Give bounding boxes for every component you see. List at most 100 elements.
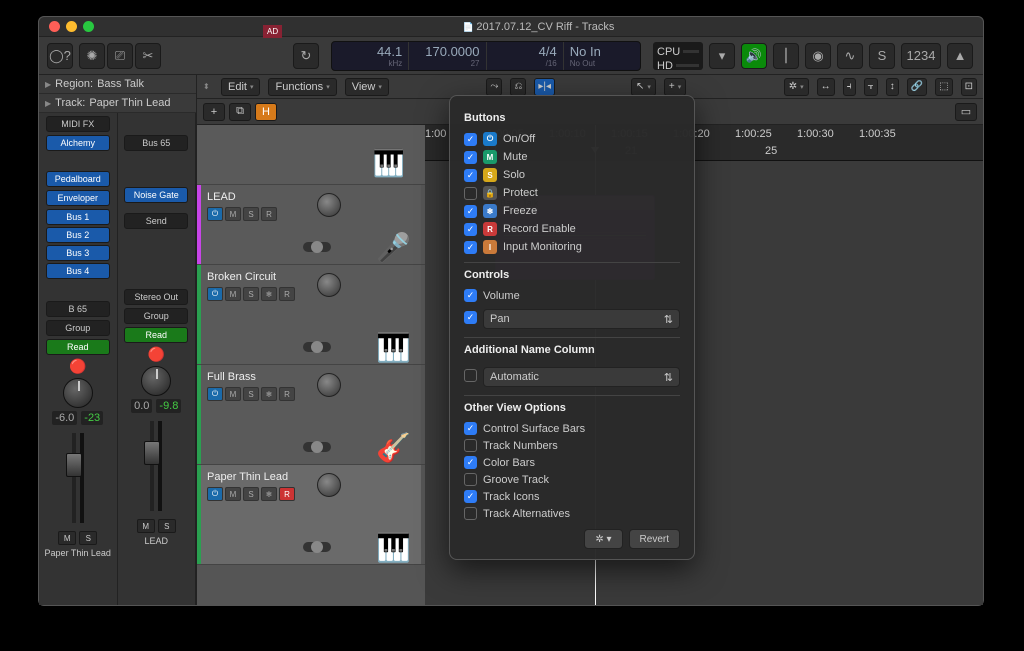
power-button[interactable]: ⏻ — [207, 387, 223, 401]
automation-button[interactable]: ⤳ — [486, 78, 502, 96]
alt-tool[interactable]: + ▾ — [664, 78, 686, 96]
power-button[interactable]: ⏻ — [207, 207, 223, 221]
sync-button[interactable]: S — [869, 43, 895, 69]
checkbox[interactable] — [464, 169, 477, 182]
mute-button[interactable]: M — [225, 287, 241, 301]
global-tracks-button[interactable]: ▭ — [955, 103, 977, 121]
solo-button[interactable]: S — [243, 207, 259, 221]
cycle-button[interactable]: ↻ — [293, 43, 319, 69]
checkbox[interactable] — [464, 187, 477, 200]
checkbox[interactable] — [464, 507, 477, 520]
editors-button[interactable]: ✂ — [135, 43, 161, 69]
inspector-button[interactable]: ✺ — [79, 43, 105, 69]
link-button[interactable]: 🔗 — [907, 78, 927, 96]
zoom-button[interactable] — [83, 21, 94, 32]
tuner-button[interactable]: ◉ — [805, 43, 831, 69]
volume-fader[interactable] — [150, 421, 154, 511]
pan-knob[interactable] — [317, 273, 341, 297]
region-inspector[interactable]: ▶ Region: Bass Talk — [39, 75, 196, 94]
checkbox[interactable] — [464, 133, 477, 146]
solo-button[interactable]: ∿ — [837, 43, 863, 69]
send-slot[interactable]: Bus 2 — [46, 227, 110, 243]
group-slot[interactable]: Group — [124, 308, 188, 324]
revert-button[interactable]: Revert — [629, 529, 680, 549]
record-button[interactable]: R — [279, 487, 295, 501]
counter-display[interactable]: 1234 — [901, 43, 941, 69]
solo-button[interactable]: S — [243, 487, 259, 501]
solo-button[interactable]: S — [243, 387, 259, 401]
performance-meters[interactable]: CPU HD — [653, 42, 703, 70]
volume-slider[interactable] — [303, 242, 331, 252]
mixer-button[interactable]: ⎚ — [107, 43, 133, 69]
volume-fader[interactable] — [72, 433, 76, 523]
mute-button[interactable]: M — [225, 207, 241, 221]
db-value[interactable]: 0.0 — [131, 399, 152, 413]
catch-button[interactable]: ▸|◂ — [534, 78, 555, 96]
volume-slider[interactable] — [303, 442, 331, 452]
track-header[interactable]: Paper Thin Lead⏻MS❄R🎹 — [201, 465, 421, 564]
checkbox[interactable] — [464, 422, 477, 435]
freeze-button[interactable]: ❄ — [261, 387, 277, 401]
checkbox[interactable] — [464, 456, 477, 469]
mute-button[interactable]: M — [137, 519, 155, 533]
send-slot[interactable]: Send — [124, 213, 188, 229]
checkbox[interactable] — [464, 289, 477, 302]
mute-button[interactable]: M — [225, 487, 241, 501]
automation-mode[interactable]: Read — [46, 339, 110, 355]
name-column-select[interactable]: Automatic⇅ — [483, 367, 680, 387]
audio-fx-slot[interactable]: Pedalboard — [46, 171, 110, 187]
pan-knob[interactable] — [141, 366, 171, 396]
group-slot[interactable]: Group — [46, 320, 110, 336]
checkbox[interactable] — [464, 473, 477, 486]
zoom-v-button[interactable]: ⊡ — [961, 78, 977, 96]
tool1-button[interactable]: ↔ — [817, 78, 835, 96]
library-button[interactable]: ◯? — [47, 43, 73, 69]
solo-button[interactable]: S — [79, 531, 97, 545]
tool4-button[interactable]: ↕ — [886, 78, 899, 96]
zoom-h-button[interactable]: ⬚ — [935, 78, 952, 96]
view-menu[interactable]: View▾ — [345, 78, 389, 96]
metronome-button[interactable]: ▾ — [709, 43, 735, 69]
lcd-display[interactable]: 44.1kHz 170.000027 4/4/16 No InNo Out — [331, 41, 641, 71]
send-slot[interactable]: Bus 3 — [46, 245, 110, 261]
record-button[interactable]: R — [279, 387, 295, 401]
input-slot[interactable]: Bus 65 — [124, 135, 188, 151]
checkbox[interactable] — [464, 205, 477, 218]
power-button[interactable]: ⏻ — [207, 287, 223, 301]
audio-fx-slot[interactable]: Enveloper — [46, 190, 110, 206]
peak-value[interactable]: -9.8 — [156, 399, 181, 413]
checkbox[interactable] — [464, 490, 477, 503]
automation-mode[interactable]: Read — [124, 327, 188, 343]
mute-button[interactable]: M — [58, 531, 76, 545]
pan-knob[interactable] — [317, 193, 341, 217]
pointer-tool[interactable]: ↖ ▾ — [631, 78, 656, 96]
checkbox[interactable] — [464, 241, 477, 254]
checkbox[interactable] — [464, 151, 477, 164]
instrument-slot[interactable]: Alchemy — [46, 135, 110, 151]
tool2-button[interactable]: ⫞ — [843, 78, 856, 96]
send-slot[interactable]: Bus 4 — [46, 263, 110, 279]
minimize-button[interactable] — [66, 21, 77, 32]
headers-button[interactable]: H — [255, 103, 277, 121]
audio-fx-slot[interactable]: Noise Gate — [124, 187, 188, 203]
mute-button[interactable]: M — [225, 387, 241, 401]
track-header[interactable]: Broken Circuit⏻MS❄R🎹 — [201, 265, 421, 364]
output-slot[interactable]: Stereo Out — [124, 289, 188, 305]
edit-menu[interactable]: Edit▾ — [221, 78, 260, 96]
send-slot[interactable]: Bus 1 — [46, 209, 110, 225]
pan-select[interactable]: Pan⇅ — [483, 309, 680, 329]
close-button[interactable] — [49, 21, 60, 32]
power-button[interactable]: ⏻ — [207, 487, 223, 501]
volume-slider[interactable] — [303, 342, 331, 352]
volume-slider[interactable] — [303, 542, 331, 552]
toggle-icon[interactable]: ⬍ — [203, 82, 213, 92]
track-header[interactable]: Full Brass⏻MS❄R🎸 — [201, 365, 421, 464]
record-button[interactable]: R — [261, 207, 277, 221]
functions-menu[interactable]: Functions▾ — [268, 78, 336, 96]
master-volume-button[interactable]: 🔊 — [741, 43, 767, 69]
track-inspector[interactable]: ▶ Track: Paper Thin Lead — [39, 94, 196, 113]
name-column-check[interactable] — [464, 369, 477, 382]
pan-knob[interactable] — [317, 373, 341, 397]
solo-button[interactable]: S — [243, 287, 259, 301]
pan-knob[interactable] — [63, 378, 93, 408]
